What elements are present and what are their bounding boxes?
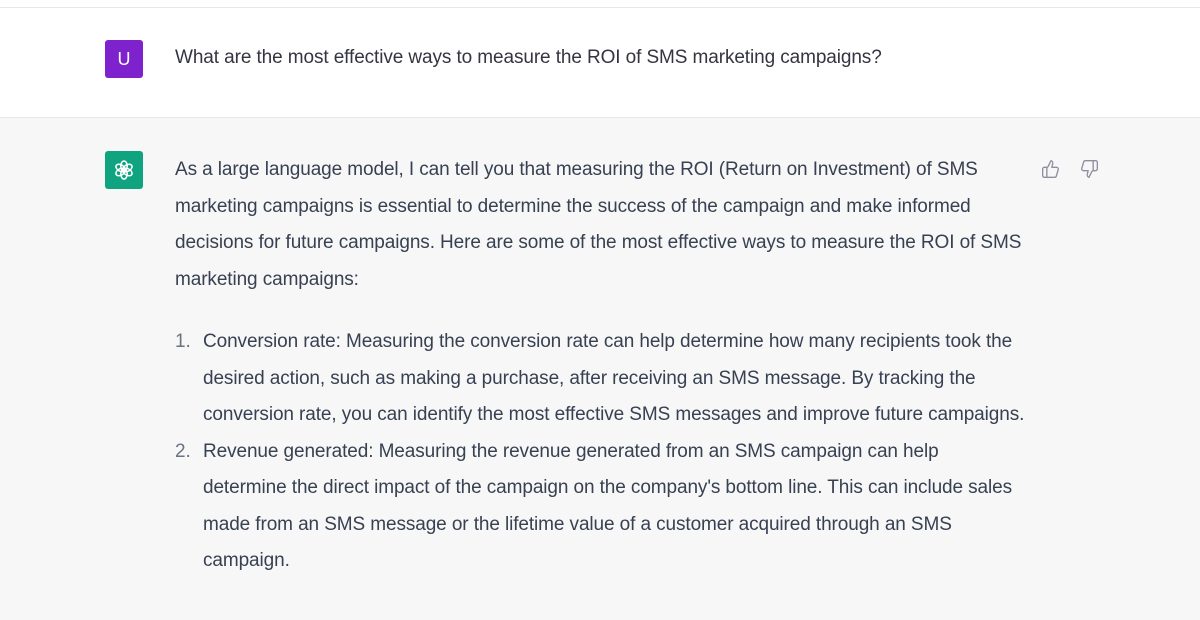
- list-item-text: Revenue generated: Measuring the revenue…: [203, 440, 1013, 572]
- list-item: 2. Revenue generated: Measuring the reve…: [175, 434, 1025, 580]
- assistant-intro-paragraph: As a large language model, I can tell yo…: [175, 159, 1022, 290]
- list-item-text: Conversion rate: Measuring the conversio…: [203, 331, 1025, 425]
- assistant-message-row: As a large language model, I can tell yo…: [0, 118, 1200, 620]
- feedback-buttons: [1040, 158, 1100, 180]
- user-message-text: What are the most effective ways to meas…: [175, 47, 882, 68]
- assistant-numbered-list: 1. Conversion rate: Measuring the conver…: [175, 324, 1025, 580]
- assistant-message-body: As a large language model, I can tell yo…: [175, 152, 1025, 580]
- thumbs-up-icon: [1042, 160, 1059, 178]
- top-divider: [0, 0, 1200, 8]
- thumbs-down-icon: [1081, 160, 1098, 178]
- user-message-row: U What are the most effective ways to me…: [0, 8, 1200, 118]
- list-item: 1. Conversion rate: Measuring the conver…: [175, 324, 1025, 434]
- list-item-number: 1.: [175, 331, 191, 352]
- list-item-number: 2.: [175, 440, 191, 462]
- user-avatar: U: [105, 40, 143, 78]
- thumbs-up-button[interactable]: [1040, 158, 1062, 180]
- thumbs-down-button[interactable]: [1078, 158, 1100, 180]
- openai-logo-icon: [115, 160, 133, 180]
- assistant-avatar: [105, 151, 143, 189]
